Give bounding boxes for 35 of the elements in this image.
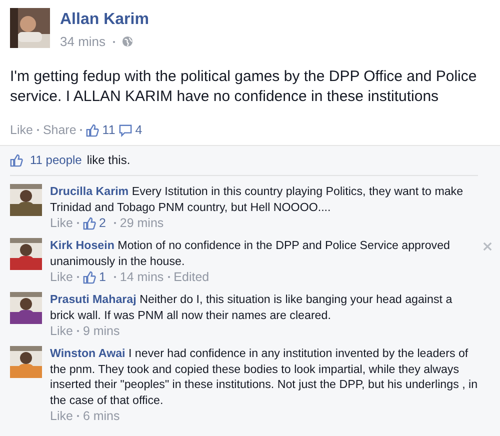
- like-count[interactable]: 1: [98, 270, 106, 284]
- commenter-name[interactable]: Kirk Hosein: [50, 239, 114, 252]
- like-count[interactable]: 11: [102, 123, 116, 137]
- comment-text: Winston Awai I never had confidence in any institution invented by the leaders of the pnm. They took and copied these bodies to look impartial, while they always inserted their "peoples" in these institutions. Not just the DPP, but his underlings , in the case of that office.: [50, 346, 478, 408]
- like-link[interactable]: Like: [50, 409, 73, 423]
- post-text: I'm getting fedup with the political games by the DPP Office and Police service. I ALLAN KARIM have no confidence in these institutions: [10, 67, 478, 107]
- comment-text: Prasuti Maharaj Neither do I, this situation is like banging your head against a brick wall. If was PNM all now their names are cleared.: [50, 292, 454, 323]
- author-name[interactable]: Allan Karim: [60, 11, 149, 29]
- commenter-name[interactable]: Prasuti Maharaj: [50, 293, 136, 306]
- like-link[interactable]: Like: [50, 324, 73, 338]
- likers-link[interactable]: 11 people: [30, 153, 82, 167]
- thumbs-up-icon: [82, 270, 96, 284]
- like-link[interactable]: Like: [50, 270, 73, 284]
- post-time[interactable]: 34 mins: [60, 34, 106, 49]
- edited-label[interactable]: Edited: [174, 270, 210, 284]
- likes-text: like this.: [86, 153, 130, 167]
- comment-time[interactable]: 9 mins: [82, 324, 120, 338]
- comment-count[interactable]: 4: [135, 123, 142, 137]
- thumbs-up-icon: [10, 154, 23, 166]
- comment-time[interactable]: 6 mins: [82, 409, 120, 423]
- action-link[interactable]: Like: [10, 123, 33, 137]
- like-link[interactable]: Like: [50, 216, 73, 230]
- comment-text: Drucilla Karim Every Istitution in this country playing Politics, they want to make Trinidad and Tobago PNM country, but Hell NOOOO....: [50, 184, 464, 215]
- comment-text: Kirk Hosein Motion of no confidence in the DPP and Police Service approved unanimously in the house.: [50, 238, 452, 269]
- thumbs-up-icon: [86, 124, 100, 136]
- commenter-name[interactable]: Drucilla Karim: [50, 185, 129, 198]
- like-count[interactable]: 2: [98, 216, 106, 230]
- comment-time[interactable]: 29 mins: [120, 216, 164, 230]
- close-icon[interactable]: [483, 242, 492, 251]
- comment-time[interactable]: 14 mins: [120, 270, 164, 284]
- commenter-name[interactable]: Winston Awai: [50, 347, 126, 360]
- comment-icon: [119, 124, 132, 136]
- action-link[interactable]: Share: [42, 123, 76, 137]
- globe-icon: [122, 36, 133, 47]
- thumbs-up-icon: [82, 216, 96, 230]
